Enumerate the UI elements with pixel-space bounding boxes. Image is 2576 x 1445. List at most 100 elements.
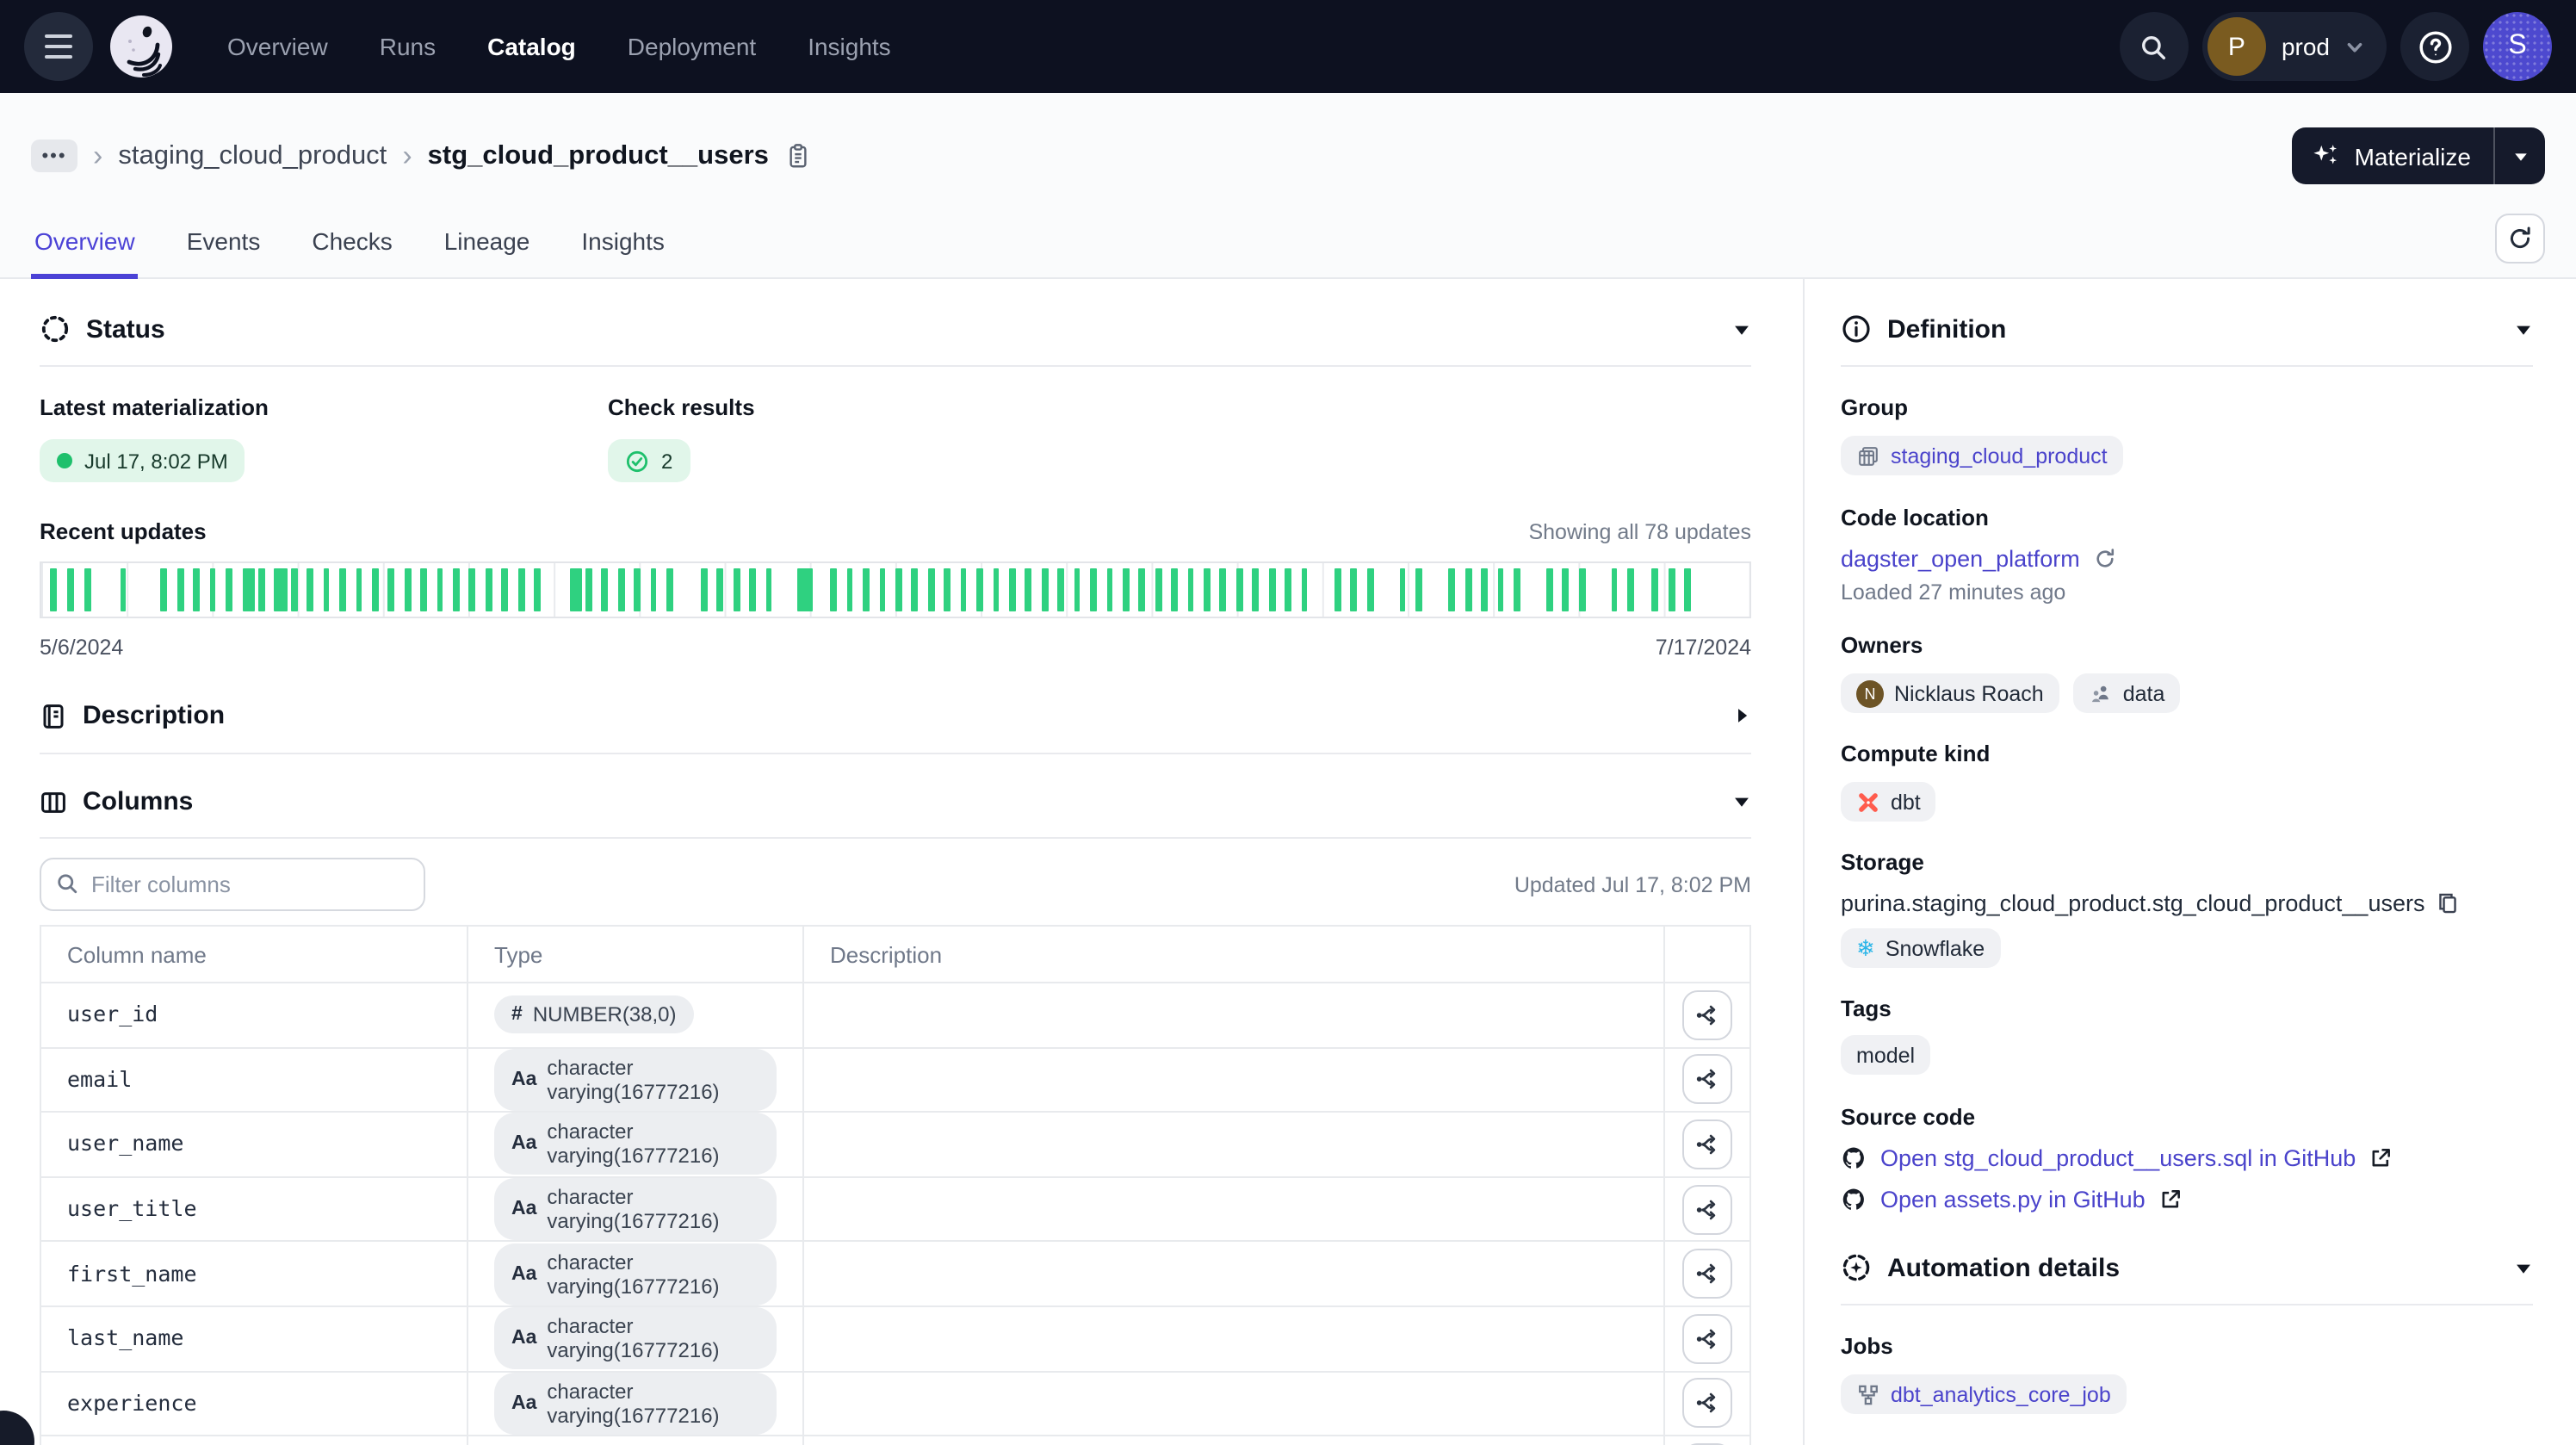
primary-nav: Overview Runs Catalog Deployment Insights — [227, 33, 891, 60]
description-title: Description — [83, 701, 225, 730]
asset-name: stg_cloud_product__users — [428, 140, 769, 171]
breadcrumb-group-link[interactable]: staging_cloud_product — [118, 140, 387, 171]
dagster-logo[interactable] — [107, 12, 176, 81]
github-link[interactable]: Open stg_cloud_product__users.sql in Git… — [1880, 1145, 2356, 1171]
storage-platform-pill[interactable]: ❄ Snowflake — [1841, 928, 2000, 968]
copy-path-icon[interactable] — [2437, 892, 2459, 915]
columns-table: Column nameTypeDescription user_id#NUMBE… — [40, 925, 1751, 1445]
definition-section-header[interactable]: Definition — [1841, 313, 2533, 344]
update-bar — [1285, 568, 1291, 611]
source-code-links: Open stg_cloud_product__users.sql in Git… — [1841, 1145, 2533, 1212]
updates-timeline-chart[interactable] — [40, 561, 1751, 618]
update-bar — [765, 568, 772, 611]
update-bar — [569, 568, 582, 611]
source-code-link-row: Open stg_cloud_product__users.sql in Git… — [1841, 1145, 2533, 1171]
timeline-start-date: 5/6/2024 — [40, 636, 123, 660]
text-type-icon: Aa — [511, 1199, 536, 1219]
column-lineage-button[interactable] — [1682, 1119, 1732, 1169]
column-type: character varying(16777216) — [547, 1250, 759, 1298]
check-results-label: Check results — [608, 394, 755, 420]
column-type-pill: Aacharacter varying(16777216) — [494, 1308, 777, 1370]
copy-asset-name-icon[interactable] — [788, 143, 810, 169]
collapse-status-icon[interactable] — [1732, 319, 1751, 338]
source-code-link-row: Open assets.py in GitHub — [1841, 1187, 2533, 1212]
automation-section-header[interactable]: Automation details — [1841, 1252, 2533, 1283]
status-title: Status — [86, 314, 165, 344]
collapse-automation-icon[interactable] — [2514, 1258, 2533, 1277]
code-location-link[interactable]: dagster_open_platform — [1841, 546, 2080, 572]
update-bar — [177, 568, 184, 611]
materialize-button[interactable]: Materialize — [2293, 127, 2493, 184]
breadcrumb-overflow-button[interactable]: ••• — [31, 140, 77, 172]
nav-item-catalog[interactable]: Catalog — [487, 33, 576, 60]
column-name: first_name — [67, 1260, 197, 1286]
nav-item-insights[interactable]: Insights — [808, 33, 891, 60]
column-lineage-button[interactable] — [1682, 1055, 1732, 1105]
text-type-icon: Aa — [511, 1134, 536, 1155]
group-pill[interactable]: staging_cloud_product — [1841, 436, 2123, 475]
update-bar — [1579, 568, 1586, 611]
help-button[interactable] — [2400, 12, 2469, 81]
nav-item-runs[interactable]: Runs — [380, 33, 436, 60]
compute-kind-pill[interactable]: dbt — [1841, 782, 1936, 822]
latest-materialization-time: Jul 17, 8:02 PM — [84, 449, 228, 473]
update-bar — [437, 568, 443, 611]
status-icon — [40, 313, 71, 344]
column-lineage-button[interactable] — [1682, 1314, 1732, 1364]
table-row: user_id#NUMBER(38,0) — [40, 983, 1750, 1047]
user-avatar[interactable]: S — [2483, 12, 2552, 81]
collapse-columns-icon[interactable] — [1732, 792, 1751, 811]
nav-item-deployment[interactable]: Deployment — [628, 33, 756, 60]
update-bar — [469, 568, 476, 611]
tag-pill[interactable]: model — [1841, 1035, 1930, 1075]
table-row: user_titleAacharacter varying(16777216) — [40, 1177, 1750, 1242]
search-button[interactable] — [2120, 12, 2189, 81]
number-type-icon: # — [511, 1005, 523, 1026]
update-bar — [1187, 568, 1194, 611]
columns-section-header[interactable]: Columns — [40, 787, 1751, 816]
column-type: NUMBER(38,0) — [533, 1003, 677, 1027]
owner-user-pill[interactable]: N Nicklaus Roach — [1841, 673, 2059, 713]
tab-overview[interactable]: Overview — [31, 227, 139, 277]
update-bar — [242, 568, 255, 611]
owner-team-pill[interactable]: data — [2073, 673, 2181, 713]
column-lineage-button[interactable] — [1682, 1184, 1732, 1234]
update-bar — [1497, 568, 1504, 611]
column-lineage-button[interactable] — [1682, 1249, 1732, 1299]
job-pill[interactable]: dbt_analytics_core_job — [1841, 1374, 2127, 1414]
materialize-options-button[interactable] — [2493, 127, 2545, 184]
table-row: first_nameAacharacter varying(16777216) — [40, 1242, 1750, 1306]
nav-item-overview[interactable]: Overview — [227, 33, 328, 60]
filter-columns-input[interactable] — [40, 858, 425, 911]
menu-icon[interactable] — [24, 12, 93, 81]
collapse-definition-icon[interactable] — [2514, 319, 2533, 338]
status-section-header[interactable]: Status — [40, 313, 1751, 344]
column-type-pill: Aacharacter varying(16777216) — [494, 1049, 777, 1111]
column-lineage-button[interactable] — [1682, 1379, 1732, 1429]
reload-location-icon[interactable] — [2094, 548, 2116, 570]
breadcrumb: ••• › staging_cloud_product › stg_cloud_… — [0, 93, 2576, 198]
column-description — [803, 1371, 1664, 1436]
expand-description-icon[interactable] — [1732, 706, 1751, 725]
check-results-badge[interactable]: 2 — [608, 439, 690, 482]
deployment-switcher[interactable]: P prod — [2202, 12, 2387, 81]
help-icon — [2417, 28, 2453, 65]
description-section-header[interactable]: Description — [40, 701, 1751, 730]
github-link[interactable]: Open assets.py in GitHub — [1880, 1187, 2146, 1212]
latest-materialization-badge[interactable]: Jul 17, 8:02 PM — [40, 439, 245, 482]
update-bar — [323, 568, 330, 611]
owners-label: Owners — [1841, 632, 2533, 658]
refresh-button[interactable] — [2495, 213, 2545, 263]
status-summary: Latest materialization Jul 17, 8:02 PM C… — [40, 394, 1751, 482]
definition-sidebar: Definition Group staging_cloud_product C… — [1805, 279, 2576, 1445]
search-icon — [2139, 32, 2169, 61]
update-bar — [863, 568, 870, 611]
tab-lineage[interactable]: Lineage — [441, 227, 534, 277]
tab-events[interactable]: Events — [183, 227, 264, 277]
table-row: experienceAacharacter varying(16777216) — [40, 1371, 1750, 1436]
update-bar — [1334, 568, 1341, 611]
tab-checks[interactable]: Checks — [308, 227, 395, 277]
column-lineage-button[interactable] — [1682, 990, 1732, 1040]
update-bar — [798, 568, 814, 611]
tab-insights[interactable]: Insights — [578, 227, 668, 277]
